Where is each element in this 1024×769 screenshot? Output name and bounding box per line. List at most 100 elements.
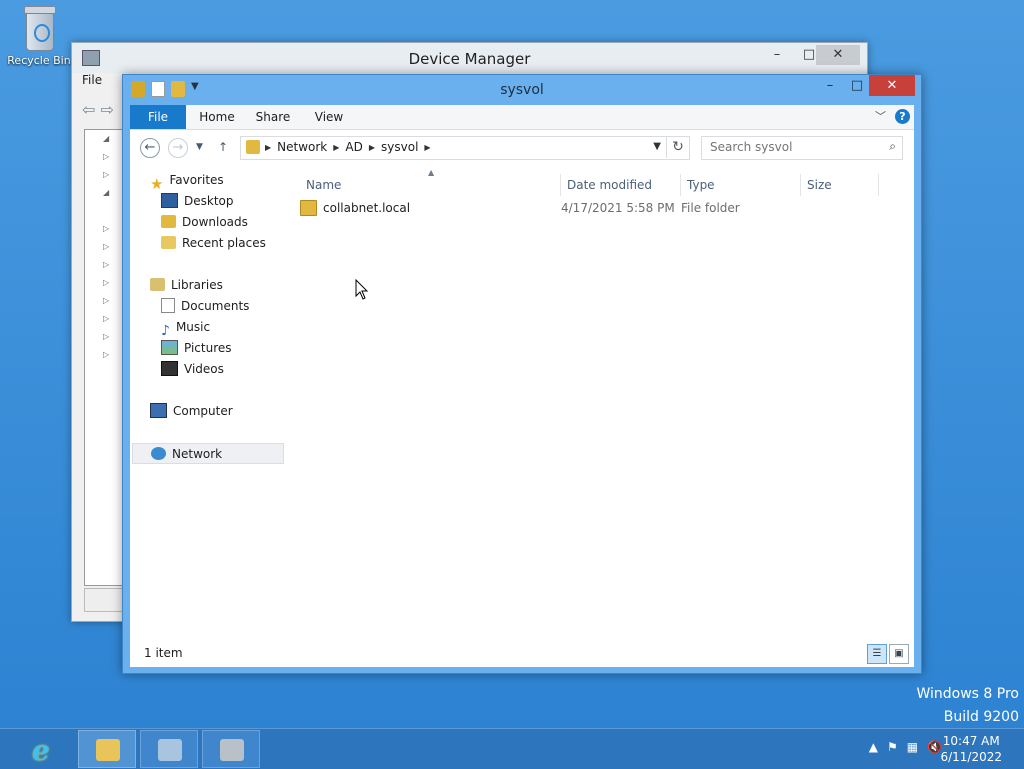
file-name: collabnet.local <box>323 201 411 215</box>
column-type[interactable]: Type <box>681 174 801 196</box>
tree-expander-icon[interactable] <box>85 202 125 220</box>
nav-downloads-label: Downloads <box>182 215 248 229</box>
breadcrumb: ▶ Network ▶ AD ▶ sysvol ▶ <box>265 140 431 154</box>
device-tree[interactable]: ◢ ▷ ▷ ◢ ▷ ▷ ▷ ▷ ▷ ▷ ▷ ▷ <box>84 129 126 586</box>
file-name-cell: collabnet.local <box>300 197 410 219</box>
device-manager-taskbar-icon <box>220 739 244 761</box>
address-bar[interactable]: ▶ Network ▶ AD ▶ sysvol ▶ ▼ <box>240 136 690 160</box>
explorer-content: ← → ▼ ↑ ▶ Network ▶ AD ▶ sysvol ▶ ▼ ↻ Se… <box>130 130 914 667</box>
ribbon-tab-home[interactable]: Home <box>192 105 242 129</box>
action-center-flag-icon[interactable]: ⚑ <box>887 740 898 754</box>
videos-icon <box>161 361 178 376</box>
nav-network-label: Network <box>172 447 223 461</box>
column-date-modified[interactable]: Date modified <box>561 174 681 196</box>
taskbar-internet-explorer[interactable]: e <box>16 730 74 768</box>
nav-libraries[interactable]: Libraries <box>150 275 223 296</box>
forward-arrow-icon[interactable]: ⇨ <box>101 100 114 119</box>
explorer-minimize-button[interactable]: – <box>816 75 844 96</box>
tree-expander-icon[interactable]: ◢ <box>85 184 125 202</box>
tree-expander-icon[interactable]: ◢ <box>85 130 125 148</box>
breadcrumb-sysvol[interactable]: sysvol <box>381 140 418 154</box>
clock-time: 10:47 AM <box>942 734 1000 748</box>
nav-recent-places-label: Recent places <box>182 236 266 250</box>
explorer-window[interactable]: ▼ sysvol – □ ✕ File Home Share View ﹀ ? … <box>122 74 922 674</box>
device-manager-statusbar <box>84 588 126 612</box>
ribbon-expand-chevron-icon[interactable]: ﹀ <box>875 108 886 124</box>
breadcrumb-separator-icon[interactable]: ▶ <box>265 143 271 152</box>
details-view-icon[interactable]: ☰ <box>867 644 887 664</box>
address-dropdown-chevron-icon[interactable]: ▼ <box>653 141 661 152</box>
nav-documents[interactable]: Documents <box>161 296 249 317</box>
system-tray: ▲ ⚑ ▦ 🔇 <box>869 740 942 754</box>
back-arrow-icon[interactable]: ⇦ <box>82 100 95 119</box>
help-icon[interactable]: ? <box>895 109 910 124</box>
breadcrumb-separator-icon[interactable]: ▶ <box>333 143 339 152</box>
nav-pictures[interactable]: Pictures <box>161 338 232 359</box>
nav-desktop-label: Desktop <box>184 194 234 208</box>
network-location-icon <box>246 140 260 154</box>
taskbar-server-manager[interactable] <box>140 730 198 768</box>
search-box[interactable]: ⌕ <box>701 136 903 160</box>
ribbon-tab-share[interactable]: Share <box>248 105 298 129</box>
nav-videos-label: Videos <box>184 362 224 376</box>
column-size[interactable]: Size <box>801 174 879 196</box>
music-icon: ♪ <box>161 323 170 339</box>
ribbon-tab-view[interactable]: View <box>304 105 354 129</box>
tree-expander-icon[interactable]: ▷ <box>85 166 125 184</box>
network-status-icon[interactable]: ▦ <box>907 740 918 754</box>
nav-favorites-label: Favorites <box>169 173 224 187</box>
clock-date: 6/11/2022 <box>940 750 1002 764</box>
breadcrumb-separator-icon[interactable]: ▶ <box>424 143 430 152</box>
device-manager-menu-file[interactable]: File <box>82 73 102 87</box>
tree-expander-icon[interactable]: ▷ <box>85 328 125 346</box>
nav-desktop[interactable]: Desktop <box>161 191 234 212</box>
nav-favorites[interactable]: ★ Favorites <box>150 170 224 193</box>
ribbon-tab-file[interactable]: File <box>130 105 186 129</box>
recycle-bin-shortcut[interactable]: Recycle Bin <box>6 6 72 67</box>
show-hidden-icons-icon[interactable]: ▲ <box>869 740 878 754</box>
breadcrumb-separator-icon[interactable]: ▶ <box>369 143 375 152</box>
tree-expander-icon[interactable]: ▷ <box>85 238 125 256</box>
breadcrumb-network[interactable]: Network <box>277 140 327 154</box>
device-manager-close-button[interactable]: ✕ <box>816 45 860 65</box>
pictures-icon <box>161 340 178 355</box>
tree-expander-icon[interactable]: ▷ <box>85 292 125 310</box>
desktop-icon <box>161 193 178 208</box>
device-manager-title: Device Manager <box>408 50 531 68</box>
tree-expander-icon[interactable]: ▷ <box>85 274 125 292</box>
taskbar: e ▲ ⚑ ▦ 🔇 10:47 AM 6/11/2022 <box>0 728 1024 769</box>
file-explorer-icon <box>96 739 120 761</box>
tree-expander-icon[interactable]: ▷ <box>85 346 125 364</box>
recent-locations-chevron-icon[interactable]: ▼ <box>196 142 203 152</box>
nav-music[interactable]: ♪ Music <box>161 317 210 339</box>
tree-expander-icon[interactable]: ▷ <box>85 256 125 274</box>
explorer-close-button[interactable]: ✕ <box>869 75 915 96</box>
nav-computer[interactable]: Computer <box>150 401 233 422</box>
device-manager-minimize-button[interactable]: – <box>762 45 792 65</box>
breadcrumb-ad[interactable]: AD <box>345 140 362 154</box>
column-name[interactable]: Name <box>300 174 561 196</box>
device-manager-titlebar[interactable]: Device Manager – □ ✕ <box>72 43 867 73</box>
taskbar-device-manager[interactable] <box>202 730 260 768</box>
nav-videos[interactable]: Videos <box>161 359 224 380</box>
explorer-titlebar[interactable]: ▼ sysvol – □ ✕ <box>123 75 921 105</box>
file-row[interactable]: collabnet.local 4/17/2021 5:58 PM File f… <box>300 197 904 219</box>
recycle-bin-label: Recycle Bin <box>7 54 71 67</box>
watermark-build: Build 9200 <box>943 709 1019 725</box>
forward-button[interactable]: → <box>168 138 188 158</box>
taskbar-file-explorer[interactable] <box>78 730 136 768</box>
explorer-maximize-button[interactable]: □ <box>843 75 871 96</box>
refresh-button[interactable]: ↻ <box>666 136 689 158</box>
up-button[interactable]: ↑ <box>218 140 228 154</box>
nav-downloads[interactable]: Downloads <box>161 212 248 233</box>
nav-network[interactable]: Network <box>132 443 284 464</box>
search-input[interactable] <box>702 137 888 157</box>
tree-expander-icon[interactable]: ▷ <box>85 310 125 328</box>
tree-expander-icon[interactable]: ▷ <box>85 220 125 238</box>
nav-recent-places[interactable]: Recent places <box>161 233 266 254</box>
taskbar-clock[interactable]: 10:47 AM 6/11/2022 <box>940 733 1002 765</box>
large-icons-view-icon[interactable]: ▣ <box>889 644 909 664</box>
tree-expander-icon[interactable]: ▷ <box>85 148 125 166</box>
search-icon[interactable]: ⌕ <box>889 139 896 154</box>
back-button[interactable]: ← <box>140 138 160 158</box>
